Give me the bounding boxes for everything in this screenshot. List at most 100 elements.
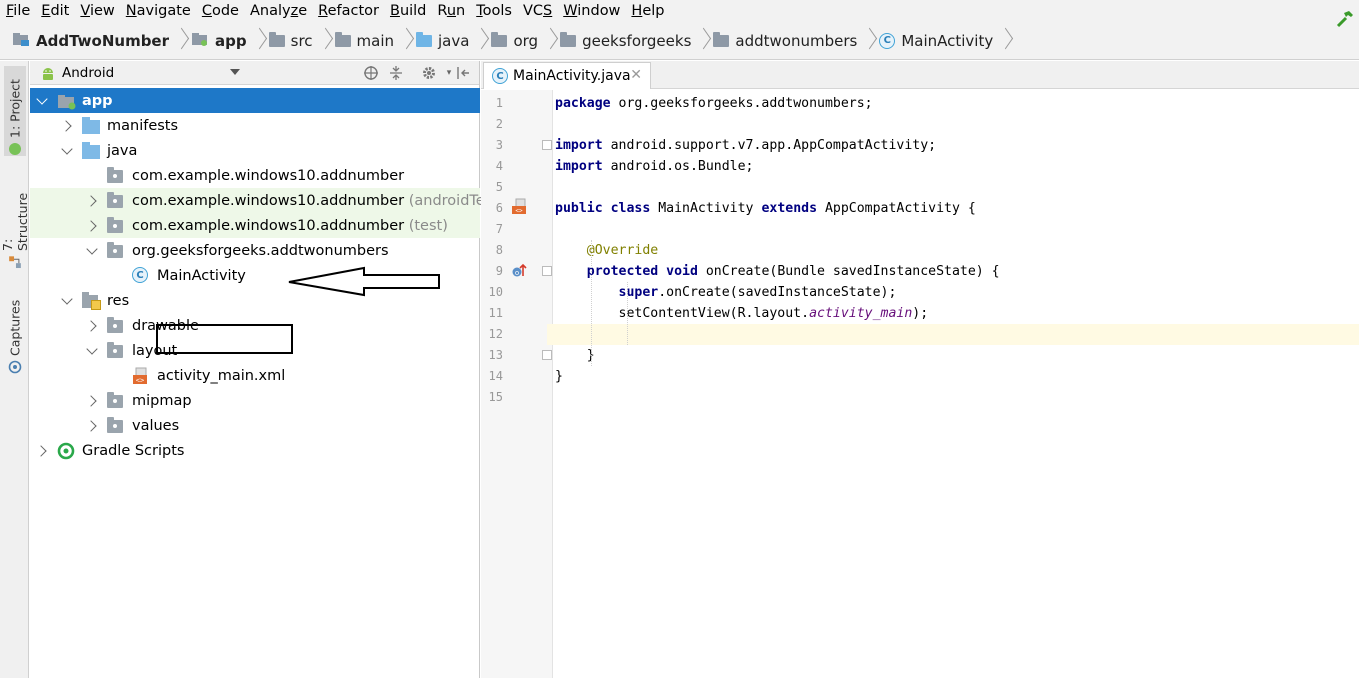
chevron-right-icon (544, 29, 554, 53)
chevron-right-icon[interactable] (86, 420, 98, 432)
breadcrumb-item[interactable]: C MainActivity (879, 22, 1015, 60)
locate-crosshair-icon[interactable] (362, 64, 380, 82)
chevron-right-icon[interactable] (36, 445, 48, 457)
menu-item[interactable]: Refactor (314, 0, 386, 22)
override-method-icon[interactable]: o (511, 263, 527, 283)
code-line: setContentView(R.layout.activity_main); (555, 303, 929, 324)
menu-item[interactable]: Navigate (122, 0, 198, 22)
menu-mnemonic: W (563, 3, 578, 19)
menu-item[interactable]: Analyze (246, 0, 314, 22)
menu-mnemonic: N (125, 3, 137, 19)
project-panel-header: Android ▾ (30, 61, 479, 85)
breadcrumb-item[interactable]: AddTwoNumber (12, 22, 191, 60)
tab-captures[interactable]: Captures (4, 294, 26, 374)
callout-arrow-icon (288, 266, 440, 297)
fold-marker-icon[interactable] (542, 350, 552, 360)
module-folder-icon (191, 31, 209, 51)
chevron-right-icon[interactable] (61, 120, 73, 132)
close-tab-icon[interactable]: ✕ (630, 67, 642, 83)
tree-node-label: MainActivity (157, 268, 246, 284)
tree-node[interactable]: mipmap (30, 388, 480, 413)
menu-item[interactable]: Edit (37, 0, 76, 22)
fold-marker-icon[interactable] (542, 140, 552, 150)
tree-node[interactable]: values (30, 413, 480, 438)
tree-node[interactable]: <> activity_main.xml (30, 363, 480, 388)
menu-item[interactable]: Build (386, 0, 433, 22)
menu-item[interactable]: View (76, 0, 121, 22)
settings-gear-icon[interactable] (420, 64, 438, 82)
menu-item[interactable]: File (2, 0, 37, 22)
breadcrumb-item[interactable]: java (416, 22, 491, 60)
folder-icon (82, 142, 100, 159)
code-token: public class (555, 201, 651, 216)
menu-text: elp (642, 3, 665, 19)
fold-marker-icon[interactable] (542, 266, 552, 276)
project-view-selector[interactable]: Android (62, 65, 114, 81)
menu-item[interactable]: VCS (519, 0, 559, 22)
project-panel: Android ▾ app manifests java com.example.wi… (30, 61, 504, 678)
project-folder-icon (12, 31, 30, 51)
menu-text: n (456, 3, 466, 19)
code-token: import (555, 138, 603, 153)
layout-xml-icon: <> (132, 367, 150, 389)
chevron-down-icon[interactable] (230, 69, 240, 75)
chevron-right-icon[interactable] (86, 320, 98, 332)
tree-node[interactable]: java (30, 138, 480, 163)
code-token: super (618, 285, 659, 300)
tree-node[interactable]: com.example.windows10.addnumber (android… (30, 188, 504, 213)
related-layout-icon[interactable]: <> (511, 198, 529, 220)
menu-item[interactable]: Run (433, 0, 472, 22)
structure-icon (9, 256, 21, 269)
tree-node[interactable]: org.geeksforgeeks.addtwonumbers (30, 238, 480, 263)
tree-node[interactable]: com.example.windows10.addnumber (test) (30, 213, 480, 238)
chevron-right-icon[interactable] (86, 195, 98, 207)
tree-node[interactable]: app (30, 88, 480, 113)
tab-structure[interactable]: 7: Structure (0, 179, 30, 269)
tab-project-label: 1: Project (7, 79, 23, 138)
tree-node[interactable]: Gradle Scripts (30, 438, 480, 463)
tab-mainactivity-java[interactable]: C MainActivity.java ✕ (483, 62, 651, 89)
menu-mnemonic: R (318, 3, 328, 19)
menu-item[interactable]: Window (559, 0, 627, 22)
code-token: protected void (586, 264, 698, 279)
chevron-down-icon[interactable] (36, 95, 48, 107)
tree-node[interactable]: manifests (30, 113, 480, 138)
tab-structure-label: 7: Structure (0, 193, 30, 252)
menu-item[interactable]: Help (627, 0, 671, 22)
breadcrumb-item[interactable]: app (191, 22, 269, 60)
chevron-down-icon[interactable] (86, 245, 98, 257)
make-project-hammer-icon[interactable] (1335, 9, 1355, 33)
tree-node-text: com.example.windows10.addnumber (132, 217, 405, 234)
breadcrumb-item[interactable]: src (268, 22, 335, 60)
tree-node-text: app (82, 92, 113, 109)
tab-project[interactable]: 1: Project (4, 66, 26, 156)
menu-item[interactable]: Tools (472, 0, 519, 22)
breadcrumb-item[interactable]: org (491, 22, 560, 60)
package-icon (107, 217, 123, 233)
tree-node[interactable]: com.example.windows10.addnumber (30, 163, 480, 188)
package-icon (107, 342, 123, 358)
collapse-all-icon[interactable] (387, 64, 405, 82)
menu-item[interactable]: Code (198, 0, 246, 22)
code-line: public class MainActivity extends AppCom… (555, 198, 976, 219)
chevron-right-icon[interactable] (86, 220, 98, 232)
chevron-right-icon[interactable] (86, 395, 98, 407)
breadcrumb-item[interactable]: geeksforgeeks (560, 22, 713, 60)
editor-gutter: 1 2 3 4 5 6 7 8 9 10 11 12 13 14 15 (481, 90, 553, 678)
chevron-down-icon[interactable] (61, 295, 73, 307)
chevron-right-icon (475, 29, 485, 53)
code-token: AppCompatActivity { (817, 201, 976, 216)
breadcrumb-item[interactable]: addtwonumbers (713, 22, 879, 60)
current-line-highlight (547, 324, 1359, 345)
captures-icon (8, 360, 22, 374)
code-editor: C MainActivity.java ✕ 1 2 3 4 5 6 7 8 9 10 11 12 13 1… (481, 61, 1359, 678)
line-number: 6 (495, 201, 503, 215)
breadcrumb-item[interactable]: main (334, 22, 416, 60)
chevron-down-icon[interactable] (86, 345, 98, 357)
chevron-down-icon[interactable] (61, 145, 73, 157)
code-line: import android.support.v7.app.AppCompatA… (555, 135, 936, 156)
indent-guide (591, 240, 592, 366)
folder-icon (491, 31, 508, 47)
java-class-icon: C (879, 32, 896, 49)
hide-panel-icon[interactable] (454, 64, 472, 82)
